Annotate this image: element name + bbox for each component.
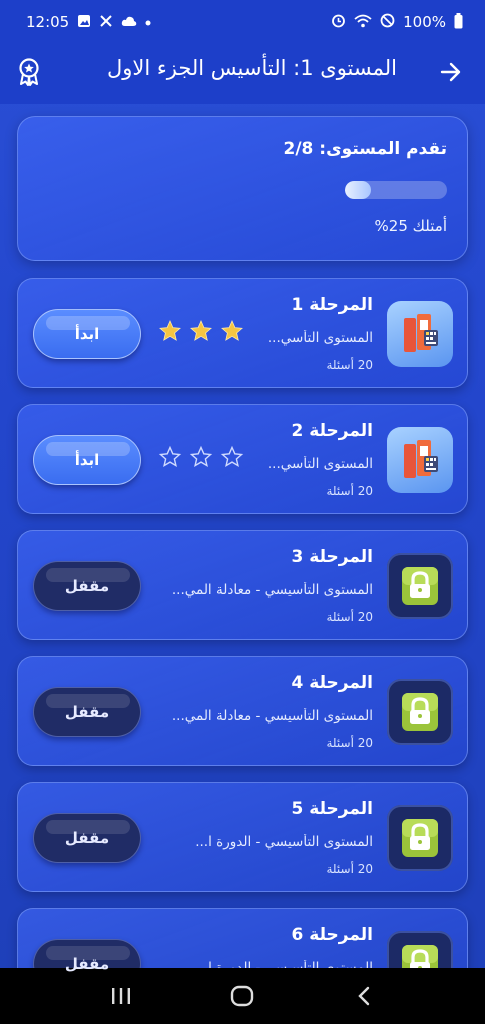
stage-card[interactable]: المرحلة 2 المستوى التأسي... 20 أسئلة ابدأ xyxy=(17,404,468,514)
system-nav-bar xyxy=(0,968,485,1024)
button-label: مقفل xyxy=(64,829,110,847)
star-empty-icon xyxy=(220,445,244,473)
button-label: مقفل xyxy=(64,703,110,721)
page-title: المستوى 1: التأسيس الجزء الاول xyxy=(106,56,397,80)
stage-image-icon xyxy=(387,301,453,367)
battery-percent: 100% xyxy=(403,13,446,31)
stage-question-count: 20 أسئلة xyxy=(326,358,373,372)
battery-icon xyxy=(454,12,463,32)
stage-card[interactable]: المرحلة 4 المستوى التأسيسي - معادلة المي.… xyxy=(17,656,468,766)
star-filled-icon xyxy=(189,319,213,347)
locked-button[interactable]: مقفل xyxy=(33,813,141,863)
stage-question-count: 20 أسئلة xyxy=(326,484,373,498)
stage-stars xyxy=(158,445,244,473)
arrow-right-icon[interactable] xyxy=(435,56,467,88)
status-right: 100% xyxy=(331,12,463,32)
lock-icon xyxy=(387,679,453,745)
start-button[interactable]: ابدأ xyxy=(33,435,141,485)
button-label: مقفل xyxy=(64,577,110,595)
button-label: ابدأ xyxy=(74,325,100,343)
star-filled-icon xyxy=(220,319,244,347)
stage-title: المرحلة 2 xyxy=(291,421,373,441)
locked-button[interactable]: مقفل xyxy=(33,687,141,737)
image-icon xyxy=(77,14,91,31)
award-icon[interactable] xyxy=(14,56,44,88)
stage-card[interactable]: المرحلة 1 المستوى التأسي... 20 أسئلة ابدأ xyxy=(17,278,468,388)
start-button[interactable]: ابدأ xyxy=(33,309,141,359)
app-header: المستوى 1: التأسيس الجزء الاول xyxy=(0,44,485,104)
stage-card[interactable]: المرحلة 5 المستوى التأسيسي - الدورة ا... 2… xyxy=(17,782,468,892)
stage-subtitle: المستوى التأسيسي - معادلة المي... xyxy=(171,582,373,598)
lock-icon xyxy=(387,805,453,871)
progress-fill xyxy=(345,181,371,199)
status-time: 12:05 xyxy=(26,13,70,31)
button-label: ابدأ xyxy=(74,451,100,469)
button-label: مقفل xyxy=(64,955,110,973)
progress-bar xyxy=(345,181,447,199)
home-icon[interactable] xyxy=(222,976,262,1016)
star-empty-icon xyxy=(158,445,182,473)
star-filled-icon xyxy=(158,319,182,347)
stage-title: المرحلة 3 xyxy=(291,547,373,567)
status-bar: 12:05 100% xyxy=(0,0,485,44)
star-empty-icon xyxy=(189,445,213,473)
stage-card[interactable]: المرحلة 3 المستوى التأسيسي - معادلة المي.… xyxy=(17,530,468,640)
stage-subtitle: المستوى التأسي... xyxy=(267,330,373,346)
stage-question-count: 20 أسئلة xyxy=(326,610,373,624)
stage-subtitle: المستوى التأسيسي - معادلة المي... xyxy=(171,708,373,724)
stage-title: المرحلة 6 xyxy=(291,925,373,945)
stage-question-count: 20 أسئلة xyxy=(326,862,373,876)
stage-subtitle: المستوى التأسيسي - الدورة ا... xyxy=(195,834,373,850)
stage-subtitle: المستوى التأسي... xyxy=(267,456,373,472)
stage-question-count: 20 أسئلة xyxy=(326,736,373,750)
lock-icon xyxy=(387,553,453,619)
wifi-icon xyxy=(354,14,372,31)
tools-icon xyxy=(99,14,113,31)
status-left: 12:05 xyxy=(26,13,151,31)
level-progress-card: تقدم المستوى: 2/8 أمتلك 25% xyxy=(17,116,468,261)
dot-icon xyxy=(145,16,151,29)
back-icon[interactable] xyxy=(344,976,384,1016)
recents-icon[interactable] xyxy=(101,976,141,1016)
stage-image-icon xyxy=(387,427,453,493)
cloud-icon xyxy=(121,15,137,30)
progress-title: تقدم المستوى: 2/8 xyxy=(283,139,448,159)
stage-title: المرحلة 1 xyxy=(291,295,373,315)
dnd-icon xyxy=(380,13,395,31)
progress-percent: أمتلك 25% xyxy=(374,217,447,235)
stage-stars xyxy=(158,319,244,347)
stage-title: المرحلة 5 xyxy=(291,799,373,819)
alarm-icon xyxy=(331,13,346,31)
stage-title: المرحلة 4 xyxy=(291,673,373,693)
locked-button[interactable]: مقفل xyxy=(33,561,141,611)
